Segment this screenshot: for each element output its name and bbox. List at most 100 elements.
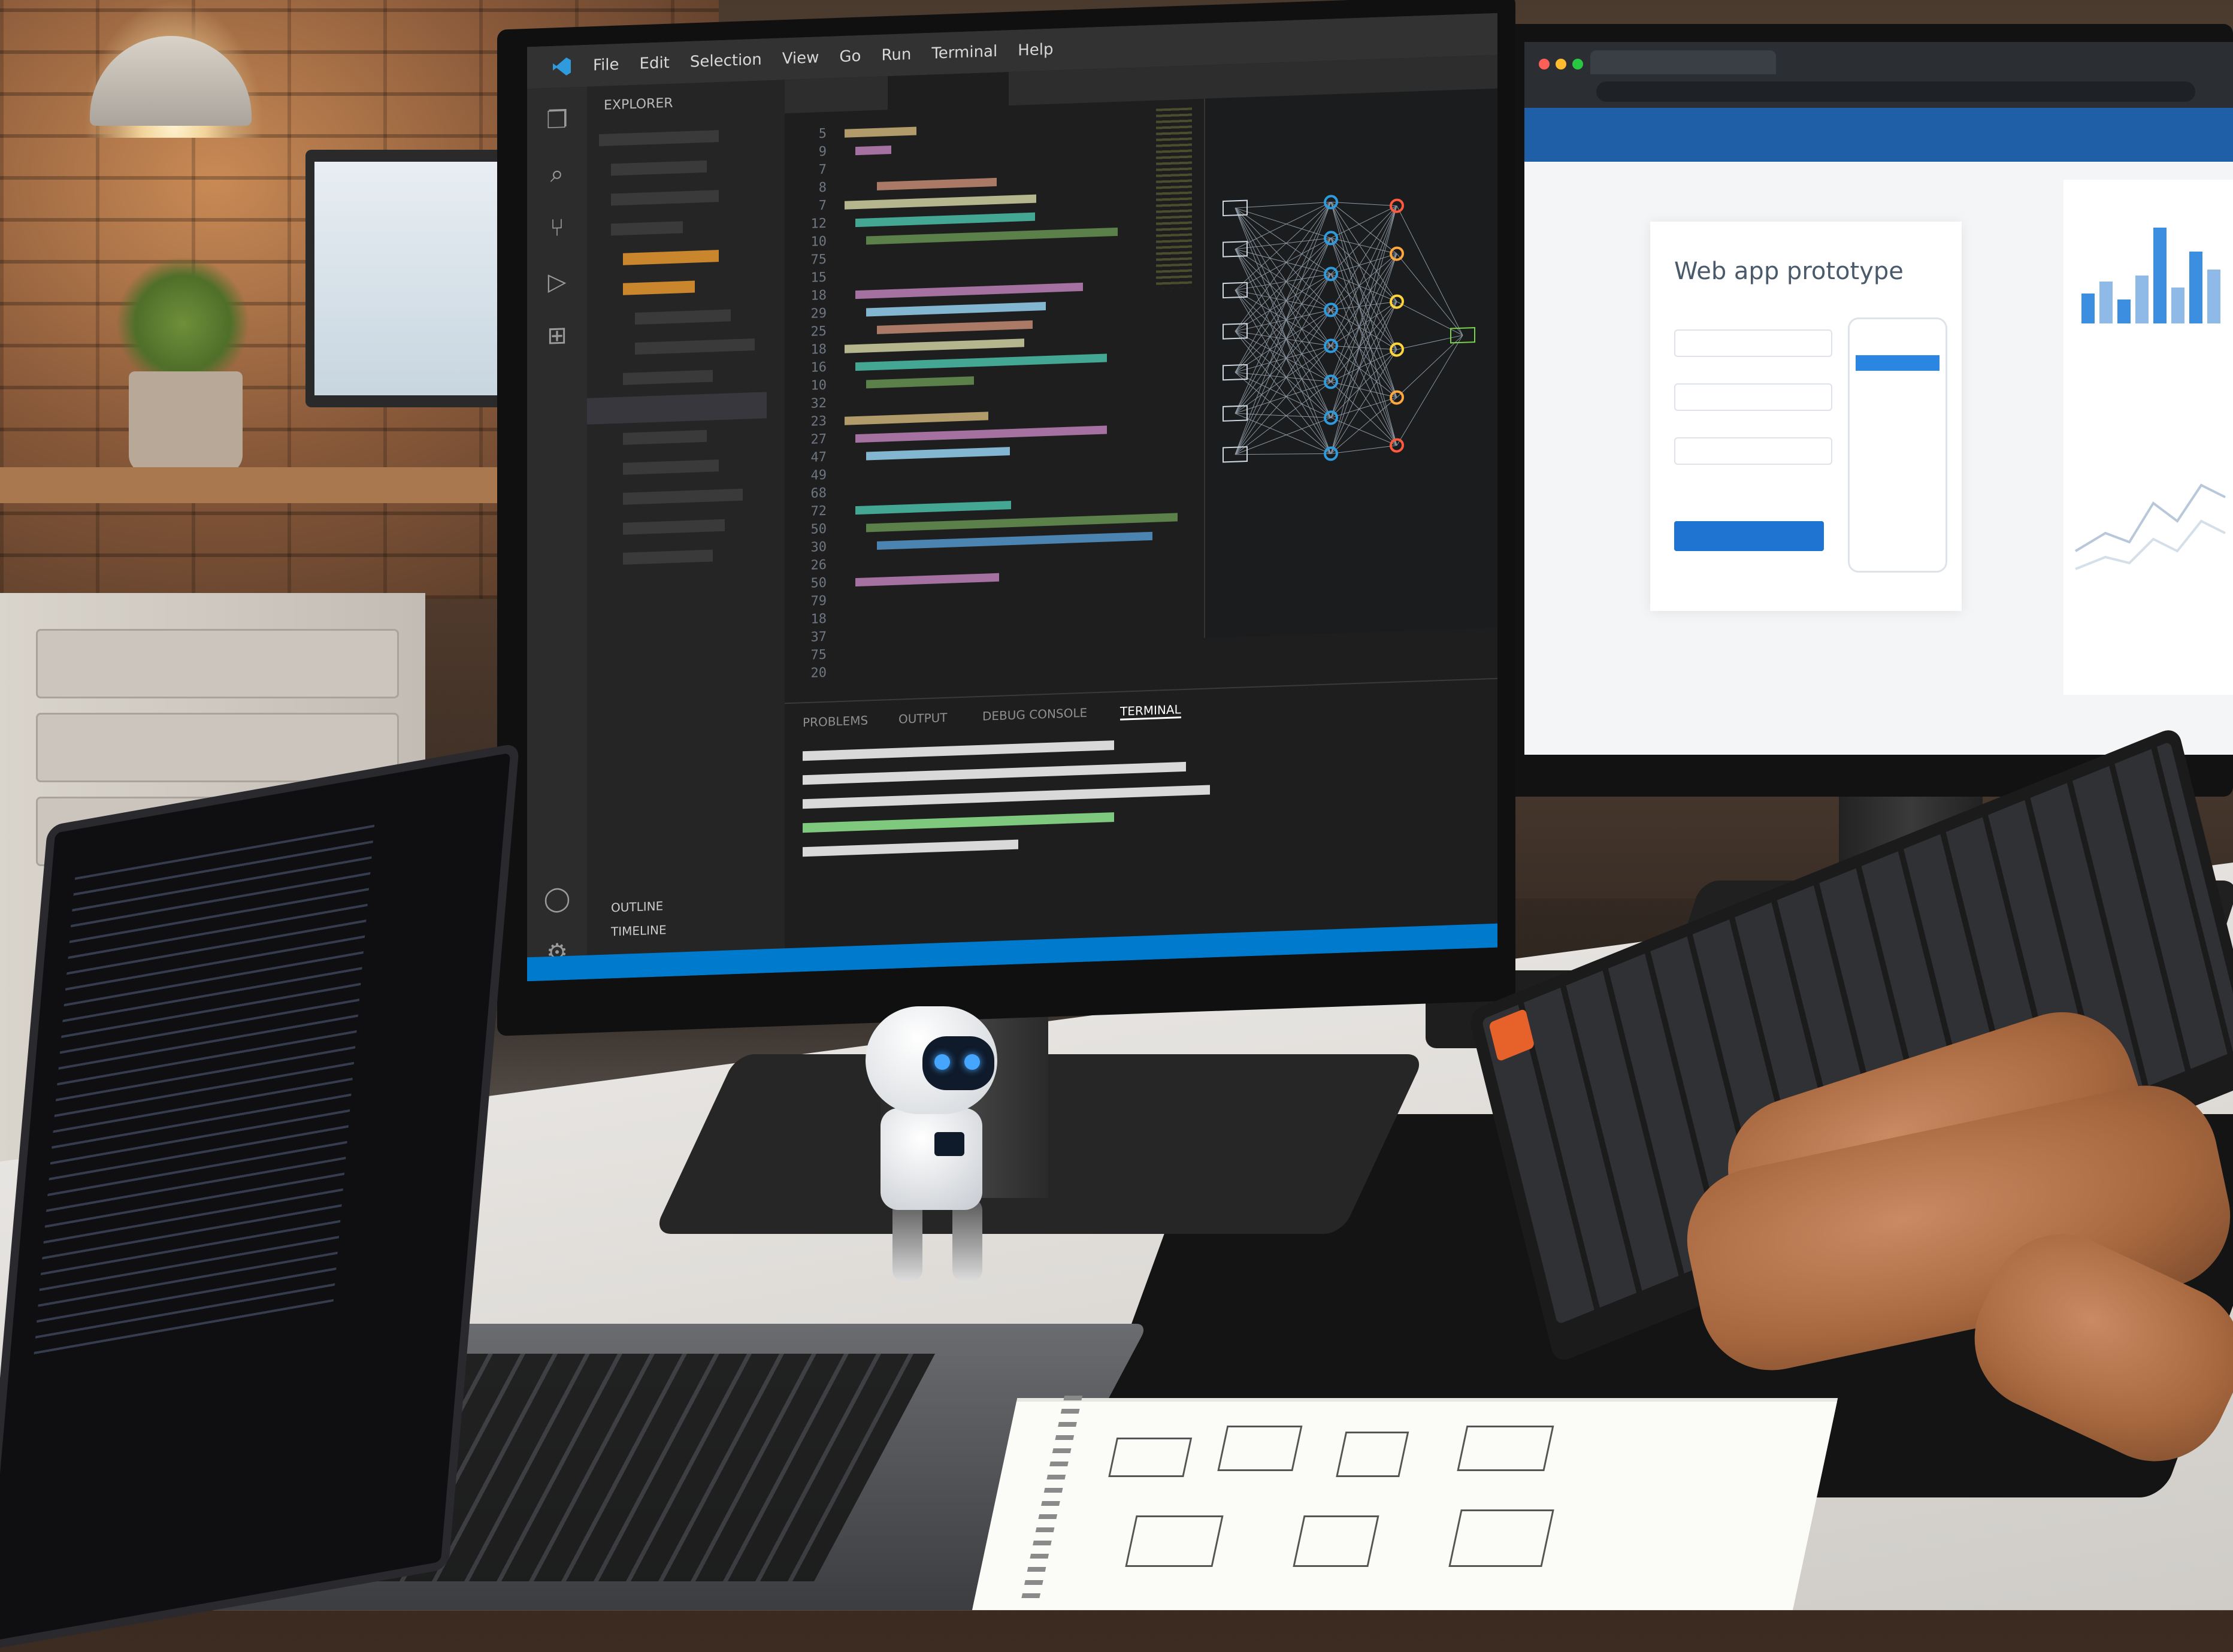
tab-output[interactable]: OUTPUT	[898, 710, 948, 727]
menu-file[interactable]: File	[593, 56, 619, 75]
tree-item[interactable]	[635, 338, 755, 355]
vscode-window[interactable]: File Edit Selection View Go Run Terminal…	[527, 13, 1497, 982]
nn-connection	[1234, 331, 1332, 382]
tree-item[interactable]	[611, 221, 683, 236]
timeline-section[interactable]: TIMELINE	[611, 922, 667, 939]
source-control-icon[interactable]: ⑂	[543, 213, 571, 243]
line-number: 7	[818, 162, 827, 178]
line-number: 20	[810, 665, 827, 681]
code-line	[866, 513, 1178, 532]
menu-view[interactable]: View	[782, 49, 819, 68]
minimize-window-icon[interactable]	[1556, 59, 1566, 69]
outline-section[interactable]: OUTLINE	[611, 898, 663, 915]
sketch-box	[1336, 1432, 1409, 1477]
tree-item[interactable]	[599, 130, 719, 147]
nn-connection	[1396, 301, 1463, 336]
tab-debug-console[interactable]: DEBUG CONSOLE	[982, 706, 1087, 724]
tree-item[interactable]	[623, 488, 743, 505]
mobile-mockup	[1848, 317, 1947, 573]
close-window-icon[interactable]	[1539, 59, 1550, 69]
nn-connection	[1234, 274, 1332, 373]
line-number: 5	[818, 126, 827, 142]
line-number: 37	[810, 629, 827, 645]
robot-eye	[934, 1054, 950, 1070]
tree-item[interactable]	[623, 250, 719, 265]
line-number: 50	[810, 521, 827, 537]
mobile-mockup-button	[1856, 355, 1939, 371]
line-number: 25	[810, 323, 827, 340]
terminal-line	[803, 839, 1018, 857]
tree-item[interactable]	[635, 309, 731, 325]
run-debug-icon[interactable]: ▷	[543, 267, 571, 297]
menu-go[interactable]: Go	[839, 47, 861, 66]
line-number: 32	[810, 395, 827, 412]
maximize-window-icon[interactable]	[1572, 59, 1583, 69]
line-number: 7	[818, 198, 827, 214]
form-field[interactable]	[1674, 383, 1832, 411]
robot-leg	[892, 1198, 922, 1282]
editor-tab[interactable]	[785, 76, 888, 113]
terminal-line	[803, 740, 1114, 761]
tree-item[interactable]	[611, 190, 719, 206]
nn-connection	[1234, 201, 1332, 250]
sketch-box	[1448, 1509, 1554, 1567]
nn-connection	[1234, 346, 1332, 455]
menu-run[interactable]: Run	[881, 46, 911, 65]
search-icon[interactable]: ⌕	[543, 159, 571, 189]
sketch-notebook	[972, 1402, 1837, 1610]
tree-item[interactable]	[611, 160, 707, 176]
line-number: 75	[810, 647, 827, 663]
address-bar[interactable]	[1596, 81, 2195, 102]
line-number: 23	[810, 413, 827, 429]
tab-problems[interactable]: PROBLEMS	[803, 713, 868, 730]
form-field[interactable]	[1674, 437, 1832, 465]
menu-help[interactable]: Help	[1018, 41, 1053, 60]
tree-item[interactable]	[623, 519, 725, 535]
tree-item[interactable]	[623, 459, 719, 475]
line-number: 8	[818, 180, 827, 196]
line-number: 18	[810, 288, 827, 304]
menu-selection[interactable]: Selection	[690, 51, 762, 71]
editor-area[interactable]: 5 9 7 8 7 12 10 75 15 18 29 25 18 16 10 32 23 27 47 49 68 72 5…	[785, 55, 1497, 703]
line-number: 29	[810, 305, 827, 322]
tree-item[interactable]	[623, 370, 713, 385]
nn-connection	[1234, 274, 1332, 455]
editor-tab-active[interactable]	[888, 72, 1009, 110]
extensions-icon[interactable]: ⊞	[543, 321, 571, 351]
code-line	[877, 320, 1033, 334]
tree-item-selected[interactable]	[587, 392, 767, 425]
plant	[114, 258, 252, 389]
account-icon[interactable]: ◯	[543, 884, 571, 914]
code-line	[855, 501, 1011, 515]
robot-eye	[964, 1054, 980, 1070]
tree-item[interactable]	[623, 429, 707, 445]
code-line	[855, 353, 1107, 371]
form-field[interactable]	[1674, 329, 1832, 357]
activity-bar: ❐ ⌕ ⑂ ▷ ⊞ ◯ ⚙	[527, 86, 587, 982]
tree-item[interactable]	[623, 549, 713, 565]
app-header	[1524, 108, 2233, 162]
code-line	[845, 412, 988, 425]
code-line	[855, 425, 1107, 443]
browser-tab[interactable]	[1590, 50, 1776, 74]
minimap[interactable]	[1156, 107, 1192, 289]
line-number: 47	[810, 449, 827, 465]
code-line	[855, 212, 1035, 228]
nn-connection	[1330, 202, 1397, 302]
plant-pot	[129, 371, 243, 473]
line-number: 12	[810, 216, 827, 232]
explorer-icon[interactable]: ❐	[543, 105, 571, 135]
code-line	[866, 376, 974, 389]
code-line	[866, 447, 1010, 461]
explorer-sidebar: EXPLORER OUTLINE TIMELINE	[587, 80, 785, 979]
tab-terminal[interactable]: TERMINAL	[1120, 702, 1181, 721]
cabinet-drawer	[36, 713, 399, 782]
menu-edit[interactable]: Edit	[640, 54, 670, 73]
nn-connection	[1330, 445, 1397, 454]
nn-connection	[1330, 253, 1397, 382]
tree-item[interactable]	[623, 280, 695, 295]
menu-terminal[interactable]: Terminal	[931, 43, 997, 63]
browser-window[interactable]: Web app prototype	[1524, 42, 2233, 755]
submit-button[interactable]	[1674, 521, 1824, 551]
line-number: 9	[818, 144, 827, 160]
